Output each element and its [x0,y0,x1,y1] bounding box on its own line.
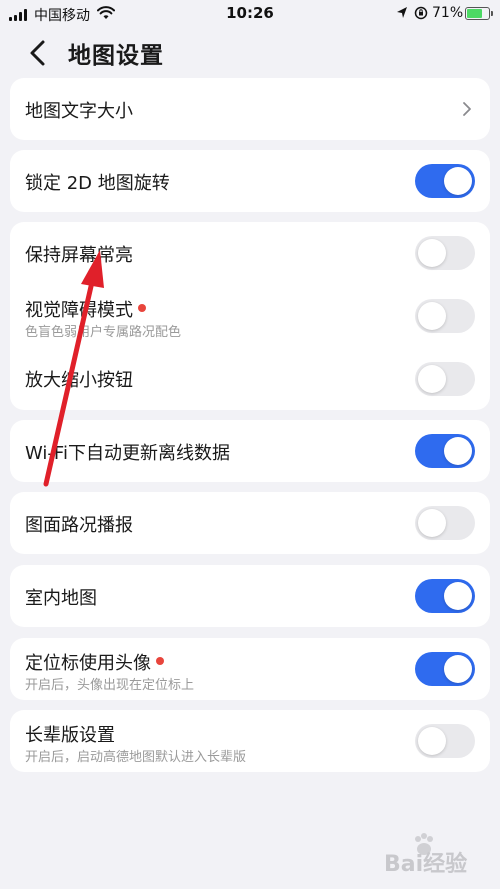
visual-impairment-mode-subtitle: 色盲色弱用户专属路况配色 [25,325,182,340]
watermark-text: Bai经验 [384,852,468,877]
zoom-buttons-toggle[interactable] [415,362,475,396]
lock-2d-rotation-row: 锁定 2D 地图旋转 [10,150,490,212]
elder-mode-row: 长辈版设置 开启后，启动高德地图默认进入长辈版 [10,710,490,772]
settings-card-display: 保持屏幕常亮 视觉障碍模式 色盲色弱用户专属路况配色 放大缩小按钮 [10,222,490,410]
zoom-buttons-row: 放大缩小按钮 [10,348,490,410]
settings-card-indoor: 室内地图 [10,565,490,627]
elder-mode-label: 长辈版设置 [25,725,115,746]
avatar-locator-row: 定位标使用头像 开启后，头像出现在定位标上 [10,638,490,700]
zoom-buttons-label: 放大缩小按钮 [25,370,133,391]
lock-2d-rotation-label: 锁定 2D 地图旋转 [25,173,170,194]
settings-card-avatar: 定位标使用头像 开启后，头像出现在定位标上 [10,638,490,700]
elder-mode-toggle[interactable] [415,724,475,758]
orientation-lock-icon [414,6,428,20]
chevron-left-icon[interactable] [22,36,56,70]
visual-impairment-mode-label: 视觉障碍模式 [25,296,146,322]
keep-screen-on-toggle[interactable] [415,236,475,270]
chevron-right-icon [463,102,471,116]
wifi-auto-update-toggle[interactable] [415,434,475,468]
visual-impairment-mode-toggle[interactable] [415,299,475,333]
visual-impairment-mode-row: 视觉障碍模式 色盲色弱用户专属路况配色 [10,284,490,348]
avatar-locator-subtitle: 开启后，头像出现在定位标上 [25,678,195,693]
new-badge [138,304,146,312]
new-badge [156,657,164,665]
avatar-locator-label: 定位标使用头像 [25,649,164,675]
status-bar: 中国移动 10:26 71% [0,0,500,28]
location-icon [397,7,407,18]
indoor-map-toggle[interactable] [415,579,475,613]
wifi-auto-update-label: Wi-Fi下自动更新离线数据 [25,443,230,464]
watermark: Bai经验 [380,832,490,877]
keep-screen-on-label: 保持屏幕常亮 [25,245,133,266]
avatar-locator-toggle[interactable] [415,652,475,686]
indoor-map-row: 室内地图 [10,565,490,627]
traffic-broadcast-toggle[interactable] [415,506,475,540]
avatar-locator-text: 定位标使用头像 [25,653,151,674]
traffic-broadcast-row: 图面路况播报 [10,492,490,554]
battery-charging-icon [465,7,493,20]
map-text-size-label: 地图文字大小 [25,101,133,122]
map-text-size-row[interactable]: 地图文字大小 [10,78,490,140]
indoor-map-label: 室内地图 [25,588,97,609]
lock-2d-rotation-toggle[interactable] [415,164,475,198]
elder-mode-subtitle: 开启后，启动高德地图默认进入长辈版 [25,750,247,765]
visual-impairment-mode-text: 视觉障碍模式 [25,300,133,321]
page-title: 地图设置 [68,43,164,69]
wifi-auto-update-row: Wi-Fi下自动更新离线数据 [10,420,490,482]
traffic-broadcast-label: 图面路况播报 [25,515,133,536]
settings-card-traffic: 图面路况播报 [10,492,490,554]
settings-card-rotation: 锁定 2D 地图旋转 [10,150,490,212]
navigation-header: 地图设置 [0,28,500,78]
settings-card-elder: 长辈版设置 开启后，启动高德地图默认进入长辈版 [10,710,490,772]
settings-card-text-size: 地图文字大小 [10,78,490,140]
battery-percent: 71% [432,5,464,21]
settings-card-offline: Wi-Fi下自动更新离线数据 [10,420,490,482]
keep-screen-on-row: 保持屏幕常亮 [10,222,490,284]
